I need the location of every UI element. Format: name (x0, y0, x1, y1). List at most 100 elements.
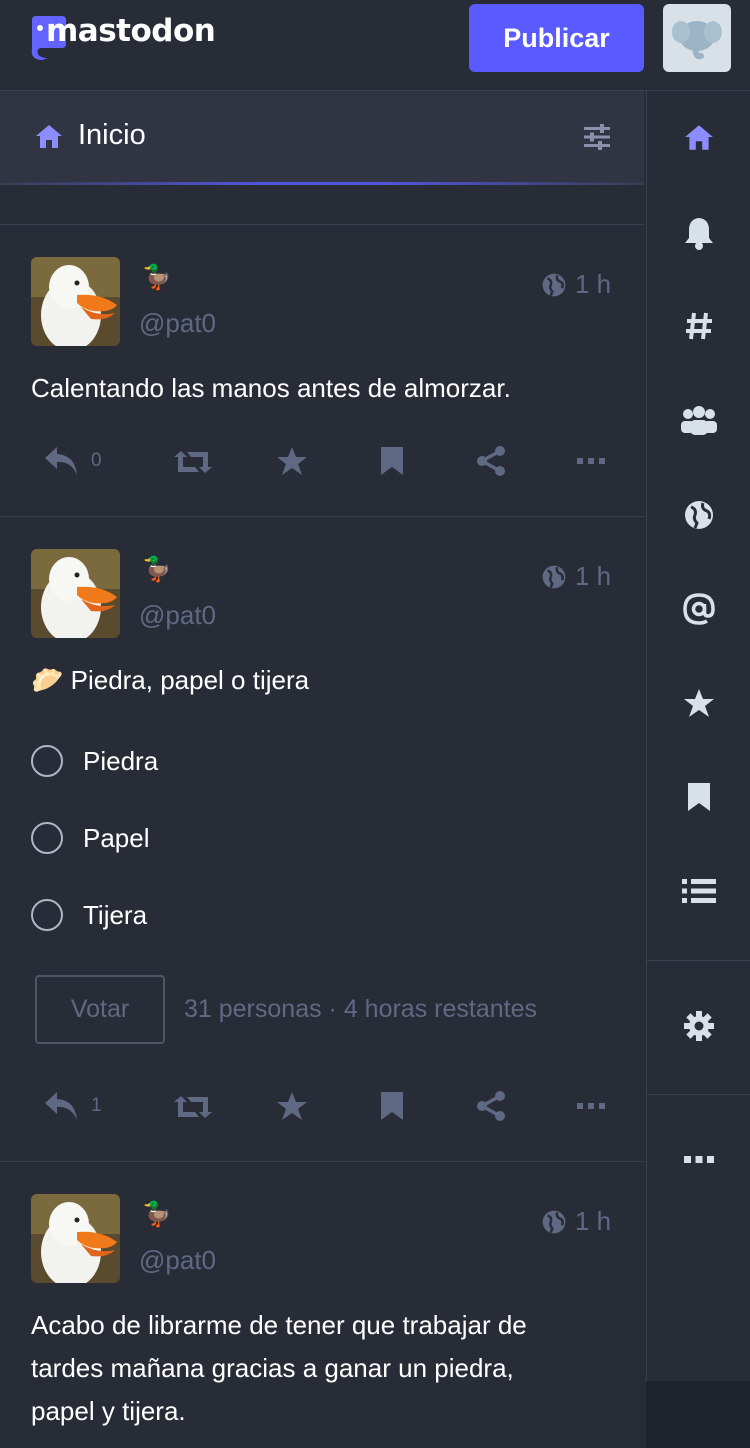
column-title: Inicio (78, 119, 146, 151)
status-actions: 1 (0, 1088, 644, 1128)
mastodon-logo[interactable]: mastodon (28, 12, 216, 62)
boost-icon (174, 451, 212, 473)
poll-option[interactable]: Tijera (31, 899, 147, 931)
status-content: 🥟 Piedra, papel o tijera (31, 659, 621, 702)
favourite-button[interactable] (276, 1090, 308, 1122)
status-item[interactable]: 🦆 @pat0 1 h Calentando las manos antes d… (0, 225, 644, 517)
status-actions: 0 (0, 443, 644, 483)
user-avatar[interactable] (663, 4, 731, 72)
home-icon (685, 125, 713, 150)
more-icon (684, 1156, 714, 1163)
status-item[interactable]: 🦆 @pat0 1 h Acabo de librarme de tener q… (0, 1162, 644, 1448)
bell-icon (685, 218, 713, 250)
at-icon (683, 593, 715, 625)
poll-meta: 31 personas · 4 horas restantes (184, 995, 537, 1023)
content-emoji: 🥟 (31, 665, 64, 695)
boost-button[interactable] (173, 1092, 213, 1122)
poll-option-label: Tijera (83, 899, 148, 930)
account-handle[interactable]: @pat0 (139, 1245, 216, 1276)
nav-preferences[interactable] (647, 996, 750, 1056)
bookmark-icon (381, 1092, 403, 1120)
nav-home[interactable] (647, 107, 750, 167)
navigation-panel (646, 91, 750, 1381)
load-gap (0, 185, 644, 225)
hashtag-icon (686, 312, 712, 340)
nav-notifications[interactable] (647, 203, 750, 263)
users-icon (681, 406, 717, 435)
star-icon (277, 447, 307, 475)
avatar[interactable] (31, 549, 120, 638)
reply-button[interactable]: 1 (43, 1090, 102, 1122)
nav-more[interactable] (647, 1129, 750, 1189)
status-time[interactable]: 1 h (541, 561, 611, 592)
poll-radio[interactable] (31, 745, 63, 777)
vote-button[interactable]: Votar (35, 975, 165, 1044)
nav-lists[interactable] (647, 861, 750, 921)
gear-icon (684, 1011, 714, 1041)
poll-option-label: Piedra (83, 745, 159, 776)
time-text: 1 h (575, 269, 612, 299)
star-icon (277, 1092, 307, 1120)
duck-avatar-icon (31, 549, 120, 638)
poll-option-label: Papel (83, 822, 150, 853)
logo-text: mastodon (46, 13, 216, 49)
reply-button[interactable]: 0 (43, 445, 102, 477)
display-name-emoji: 🦆 (142, 1200, 172, 1228)
status-time[interactable]: 1 h (541, 1206, 611, 1237)
column-settings-icon[interactable] (582, 123, 612, 155)
share-button[interactable] (475, 1090, 507, 1122)
bookmark-button[interactable] (379, 1090, 405, 1122)
more-icon (577, 1103, 605, 1109)
bookmark-icon (688, 783, 710, 811)
duck-avatar-icon (31, 1194, 120, 1283)
bookmark-icon (381, 447, 403, 475)
avatar[interactable] (31, 1194, 120, 1283)
list-icon (682, 879, 716, 903)
account-handle[interactable]: @pat0 (139, 600, 216, 631)
status-content: Calentando las manos antes de almorzar. (31, 373, 511, 403)
nav-federated[interactable] (647, 485, 750, 545)
poll-option[interactable]: Piedra (31, 745, 158, 777)
poll-radio[interactable] (31, 822, 63, 854)
status-time[interactable]: 1 h (541, 269, 611, 300)
boost-button[interactable] (173, 447, 213, 477)
nav-mentions[interactable] (647, 579, 750, 639)
nav-bottom-area (646, 1381, 750, 1448)
nav-bookmarks[interactable] (647, 767, 750, 827)
star-icon (684, 689, 714, 717)
home-icon (34, 123, 64, 153)
status-item[interactable]: 🦆 @pat0 1 h 🥟 Piedra, papel o tijera Pie… (0, 517, 644, 1162)
time-text: 1 h (575, 561, 612, 591)
boost-icon (174, 1096, 212, 1118)
nav-local[interactable] (647, 390, 750, 450)
bookmark-button[interactable] (379, 445, 405, 477)
status-content: Acabo de librarme de tener que trabajar … (31, 1304, 621, 1433)
content-line: tardes mañana gracias a ganar un piedra, (31, 1353, 514, 1383)
reply-count: 1 (91, 1095, 102, 1116)
reply-icon (45, 447, 77, 475)
reply-icon (45, 1092, 77, 1120)
share-button[interactable] (475, 445, 507, 477)
reply-count: 0 (91, 450, 102, 471)
globe-icon (685, 501, 713, 529)
share-icon (477, 446, 505, 476)
globe-icon (542, 565, 566, 588)
more-button[interactable] (576, 1102, 606, 1110)
account-handle[interactable]: @pat0 (139, 308, 216, 339)
poll-option[interactable]: Papel (31, 822, 150, 854)
favourite-button[interactable] (276, 445, 308, 477)
poll-radio[interactable] (31, 899, 63, 931)
avatar[interactable] (31, 257, 120, 346)
content-line: Acabo de librarme de tener que trabajar … (31, 1310, 527, 1340)
more-button[interactable] (576, 457, 606, 465)
time-text: 1 h (575, 1206, 612, 1236)
nav-favourites[interactable] (647, 673, 750, 733)
display-name-emoji: 🦆 (142, 263, 172, 291)
nav-divider (647, 1094, 750, 1095)
top-bar: mastodon Publicar (0, 0, 750, 91)
elephant-avatar-icon (672, 21, 722, 60)
publish-button[interactable]: Publicar (469, 4, 644, 72)
nav-explore[interactable] (647, 296, 750, 356)
nav-divider (647, 960, 750, 961)
duck-avatar-icon (31, 257, 120, 346)
